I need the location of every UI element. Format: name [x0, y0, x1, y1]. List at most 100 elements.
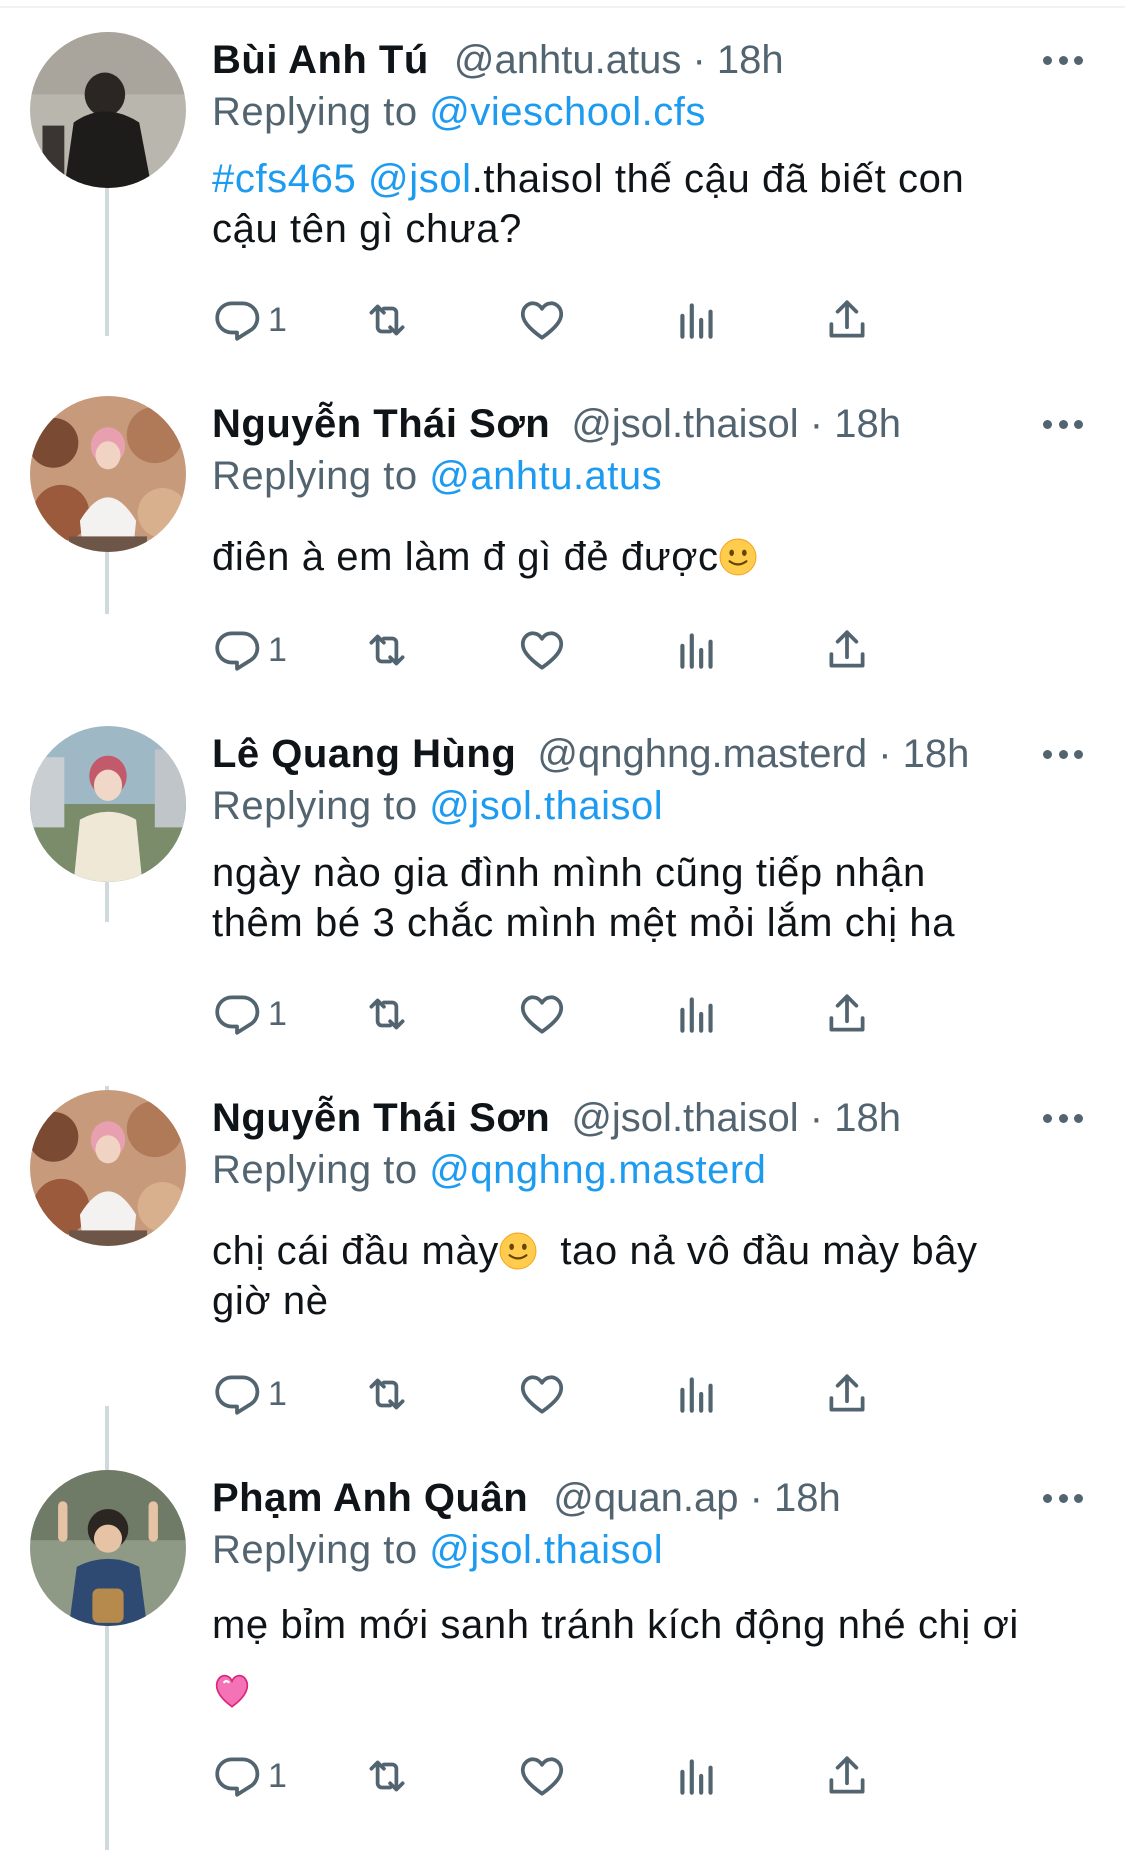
retweet-icon — [362, 295, 412, 345]
replying-mention-link[interactable]: @qnghng.masterd — [429, 1148, 766, 1192]
replying-to-line: Replying to @jsol.thaisol — [212, 1524, 663, 1576]
reply-icon — [212, 1369, 262, 1419]
like-button[interactable] — [517, 624, 567, 676]
action-bar: 1 — [212, 1750, 1012, 1802]
views-bar-chart-icon — [672, 1369, 722, 1419]
tweet-text: chị cái đầu mày tao nả vô đầu mày bây gi… — [212, 1226, 1072, 1326]
tweet-text-part: tao nả vô đầu mày bây — [536, 1229, 978, 1273]
timestamp[interactable]: 18h — [834, 402, 901, 446]
separator-dot: · — [738, 1476, 775, 1520]
reply-icon — [212, 1751, 262, 1801]
reply-button[interactable]: 1 — [212, 1750, 287, 1802]
retweet-button[interactable] — [362, 988, 412, 1040]
timestamp[interactable]: 18h — [834, 1096, 901, 1140]
tweet-header: Bùi Anh Tú @anhtu.atus · 18h — [212, 34, 784, 86]
replying-mention-link[interactable]: @jsol.thaisol — [429, 784, 663, 828]
reply-button[interactable]: 1 — [212, 988, 287, 1040]
replying-label: Replying to — [212, 454, 430, 498]
views-button[interactable] — [672, 988, 722, 1040]
avatar[interactable] — [30, 32, 186, 188]
tweet-text: mẹ bỉm mới sanh tránh kích động nhé chị … — [212, 1592, 1072, 1724]
avatar[interactable] — [30, 1090, 186, 1246]
tweet-text-part: .thaisol thế cậu đã biết con — [471, 157, 965, 201]
views-bar-chart-icon — [672, 1751, 722, 1801]
reply-button[interactable]: 1 — [212, 1368, 287, 1420]
timestamp[interactable]: 18h — [903, 732, 970, 776]
share-icon — [822, 625, 872, 675]
mention-link[interactable]: @jsol — [368, 157, 472, 201]
separator-dot: · — [681, 38, 717, 82]
replying-mention-link[interactable]: @vieschool.cfs — [429, 90, 706, 134]
more-options-icon[interactable] — [1043, 398, 1083, 450]
avatar[interactable] — [30, 1470, 186, 1626]
avatar[interactable] — [30, 726, 186, 882]
replying-mention-link[interactable]: @anhtu.atus — [429, 454, 662, 498]
user-handle[interactable]: @jsol.thaisol — [571, 1096, 798, 1140]
avatar-photo — [30, 396, 186, 552]
user-handle[interactable]: @quan.ap — [553, 1476, 738, 1520]
avatar-photo — [30, 726, 186, 882]
share-icon — [822, 1369, 872, 1419]
more-options-icon[interactable] — [1043, 728, 1083, 780]
tweet-text: ngày nào gia đình mình cũng tiếp nhận th… — [212, 848, 1072, 948]
timestamp[interactable]: 18h — [774, 1476, 841, 1520]
views-bar-chart-icon — [672, 295, 722, 345]
heart-icon — [517, 295, 567, 345]
user-handle[interactable]: @anhtu.atus — [454, 38, 681, 82]
replying-label: Replying to — [212, 1528, 430, 1572]
slightly-smiling-face-icon — [719, 538, 757, 576]
reply-button[interactable]: 1 — [212, 624, 287, 676]
retweet-icon — [362, 989, 412, 1039]
separator-dot: · — [798, 402, 835, 446]
avatar-photo — [30, 1470, 186, 1626]
reply-count: 1 — [268, 300, 287, 339]
tweet-text: #cfs465 @jsol.thaisol thế cậu đã biết co… — [212, 154, 1072, 254]
avatar-photo — [30, 32, 186, 188]
views-button[interactable] — [672, 1368, 722, 1420]
display-name[interactable]: Nguyễn Thái Sơn — [212, 402, 550, 446]
user-handle[interactable]: @qnghng.masterd — [537, 732, 867, 776]
views-button[interactable] — [672, 624, 722, 676]
retweet-button[interactable] — [362, 294, 412, 346]
like-button[interactable] — [517, 294, 567, 346]
like-button[interactable] — [517, 988, 567, 1040]
hashtag-link[interactable]: #cfs465 — [212, 157, 356, 201]
more-options-icon[interactable] — [1043, 1472, 1083, 1524]
retweet-button[interactable] — [362, 1368, 412, 1420]
display-name[interactable]: Phạm Anh Quân — [212, 1476, 528, 1520]
replying-label: Replying to — [212, 1148, 430, 1192]
reply-icon — [212, 625, 262, 675]
tweet-text-line: cậu tên gì chưa? — [212, 207, 522, 251]
timestamp[interactable]: 18h — [717, 38, 784, 82]
share-button[interactable] — [822, 988, 872, 1040]
share-button[interactable] — [822, 1750, 872, 1802]
heart-icon — [517, 989, 567, 1039]
like-button[interactable] — [517, 1368, 567, 1420]
replying-to-line: Replying to @qnghng.masterd — [212, 1144, 766, 1196]
reply-icon — [212, 295, 262, 345]
share-icon — [822, 1751, 872, 1801]
views-button[interactable] — [672, 294, 722, 346]
share-button[interactable] — [822, 294, 872, 346]
more-options-icon[interactable] — [1043, 1092, 1083, 1144]
thread-line — [105, 186, 109, 336]
replying-mention-link[interactable]: @jsol.thaisol — [429, 1528, 663, 1572]
display-name[interactable]: Bùi Anh Tú — [212, 38, 429, 82]
avatar[interactable] — [30, 396, 186, 552]
slightly-smiling-face-icon — [499, 1232, 537, 1270]
share-button[interactable] — [822, 624, 872, 676]
retweet-button[interactable] — [362, 624, 412, 676]
tweet-text-line: mẹ bỉm mới sanh tránh kích động nhé chị … — [212, 1603, 1019, 1647]
avatar-photo — [30, 1090, 186, 1246]
tweet-header: Lê Quang Hùng @qnghng.masterd · 18h — [212, 728, 969, 780]
display-name[interactable]: Lê Quang Hùng — [212, 732, 516, 776]
display-name[interactable]: Nguyễn Thái Sơn — [212, 1096, 550, 1140]
share-button[interactable] — [822, 1368, 872, 1420]
top-divider — [0, 6, 1125, 8]
views-button[interactable] — [672, 1750, 722, 1802]
reply-button[interactable]: 1 — [212, 294, 287, 346]
retweet-button[interactable] — [362, 1750, 412, 1802]
user-handle[interactable]: @jsol.thaisol — [571, 402, 798, 446]
more-options-icon[interactable] — [1043, 34, 1083, 86]
like-button[interactable] — [517, 1750, 567, 1802]
